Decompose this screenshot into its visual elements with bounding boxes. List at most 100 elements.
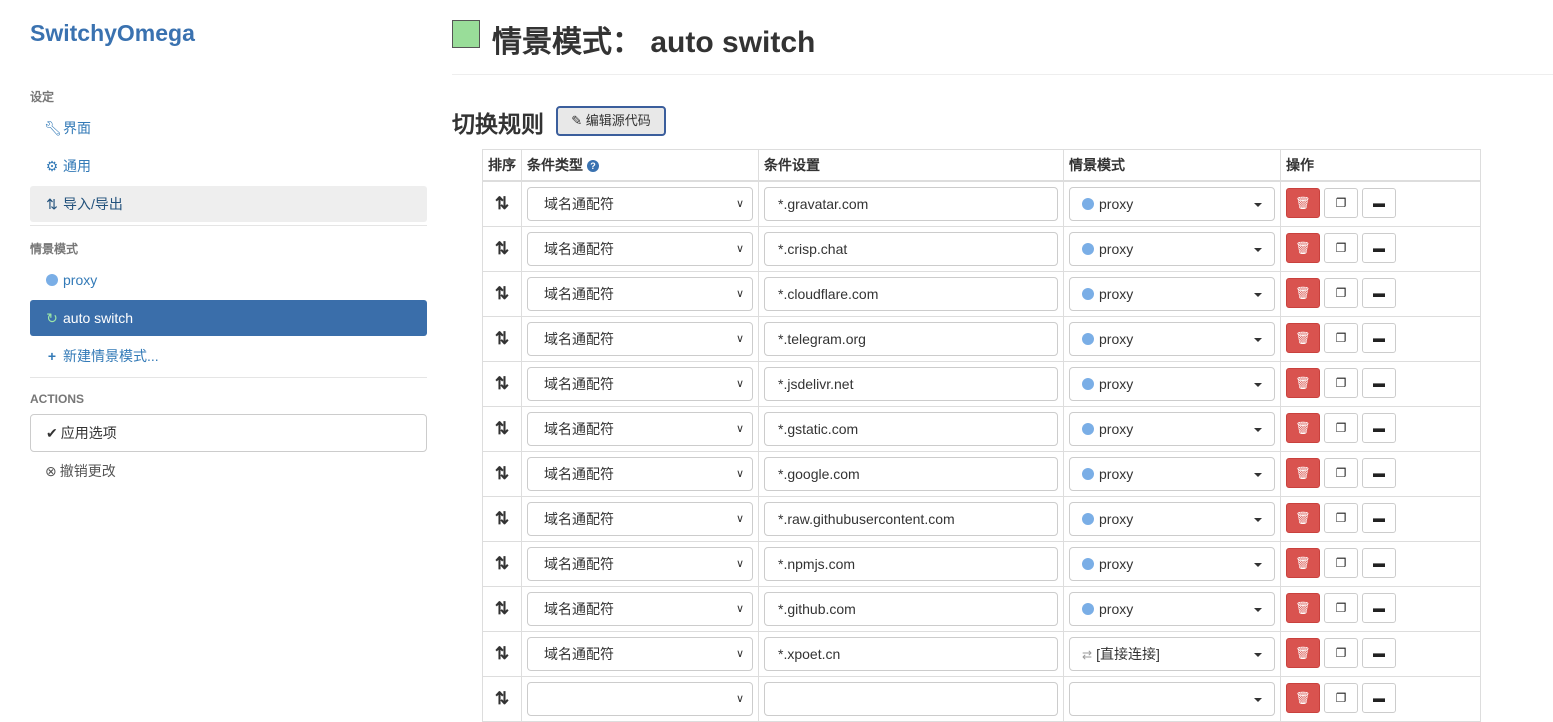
condition-pattern-input[interactable]: *.xpoet.cn	[764, 637, 1058, 671]
condition-type-select[interactable]: 域名通配符 ∨	[527, 592, 753, 626]
sort-handle-icon[interactable]: ⇅	[483, 632, 522, 676]
condition-type-select[interactable]: 域名通配符 ∨	[527, 547, 753, 581]
duplicate-rule-button[interactable]: ❐	[1324, 593, 1358, 623]
duplicate-rule-button[interactable]: ❐	[1324, 638, 1358, 668]
condition-type-select[interactable]: 域名通配符 ∨	[527, 232, 753, 266]
sort-handle-icon[interactable]: ⇅	[483, 587, 522, 631]
profile-color-swatch[interactable]	[452, 20, 480, 48]
profile-select[interactable]: proxy	[1069, 322, 1275, 356]
sort-handle-icon[interactable]: ⇅	[483, 542, 522, 586]
comment-rule-button[interactable]: ▬	[1362, 458, 1396, 488]
condition-type-select[interactable]: 域名通配符 ∨	[527, 367, 753, 401]
profile-select[interactable]: proxy	[1069, 502, 1275, 536]
profile-select[interactable]: ⇄ [直接连接]	[1069, 637, 1275, 671]
delete-rule-button[interactable]: 🗑︎	[1286, 278, 1320, 308]
comment-rule-button[interactable]: ▬	[1362, 503, 1396, 533]
sort-handle-icon[interactable]: ⇅	[483, 182, 522, 226]
comment-rule-button[interactable]: ▬	[1362, 593, 1396, 623]
duplicate-rule-button[interactable]: ❐	[1324, 233, 1358, 263]
condition-type-select[interactable]: 域名通配符 ∨	[527, 412, 753, 446]
profile-select[interactable]: proxy	[1069, 367, 1275, 401]
sidebar-item-auto-switch[interactable]: ↻ auto switch	[30, 300, 427, 336]
condition-pattern-input[interactable]: *.cloudflare.com	[764, 277, 1058, 311]
duplicate-rule-button[interactable]: ❐	[1324, 413, 1358, 443]
duplicate-rule-button[interactable]: ❐	[1324, 548, 1358, 578]
sidebar-item-import-export[interactable]: ⇅ 导入/导出	[30, 186, 427, 222]
comment-rule-button[interactable]: ▬	[1362, 188, 1396, 218]
condition-pattern-input[interactable]: *.crisp.chat	[764, 232, 1058, 266]
condition-type-select[interactable]: 域名通配符 ∨	[527, 277, 753, 311]
condition-type-select[interactable]: 域名通配符 ∨	[527, 637, 753, 671]
delete-rule-button[interactable]: 🗑︎	[1286, 188, 1320, 218]
sort-handle-icon[interactable]: ⇅	[483, 407, 522, 451]
condition-pattern-input[interactable]: *.jsdelivr.net	[764, 367, 1058, 401]
delete-rule-button[interactable]: 🗑︎	[1286, 503, 1320, 533]
condition-type-select[interactable]: ∨	[527, 682, 753, 716]
duplicate-rule-button[interactable]: ❐	[1324, 323, 1358, 353]
help-icon[interactable]: ?	[587, 160, 599, 172]
profile-select[interactable]: proxy	[1069, 547, 1275, 581]
delete-rule-button[interactable]: 🗑︎	[1286, 593, 1320, 623]
sort-handle-icon[interactable]: ⇅	[483, 677, 522, 721]
duplicate-rule-button[interactable]: ❐	[1324, 188, 1358, 218]
comment-rule-button[interactable]: ▬	[1362, 683, 1396, 713]
delete-rule-button[interactable]: 🗑︎	[1286, 458, 1320, 488]
profile-select[interactable]	[1069, 682, 1275, 716]
delete-rule-button[interactable]: 🗑︎	[1286, 323, 1320, 353]
sort-handle-icon[interactable]: ⇅	[483, 317, 522, 361]
comment-rule-button[interactable]: ▬	[1362, 323, 1396, 353]
profile-select[interactable]: proxy	[1069, 277, 1275, 311]
brand-logo[interactable]: SwitchyOmega	[30, 20, 195, 47]
condition-type-select[interactable]: 域名通配符 ∨	[527, 502, 753, 536]
new-profile-link[interactable]: + 新建情景模式...	[30, 338, 427, 374]
condition-type-select[interactable]: 域名通配符 ∨	[527, 457, 753, 491]
sort-handle-icon[interactable]: ⇅	[483, 362, 522, 406]
duplicate-rule-button[interactable]: ❐	[1324, 503, 1358, 533]
sidebar-item-proxy[interactable]: proxy	[30, 262, 427, 298]
sort-handle-icon[interactable]: ⇅	[483, 272, 522, 316]
condition-pattern-input[interactable]: *.gravatar.com	[764, 187, 1058, 221]
sidebar-item-general[interactable]: ⚙︎ 通用	[30, 148, 427, 184]
comment-rule-button[interactable]: ▬	[1362, 278, 1396, 308]
delete-rule-button[interactable]: 🗑︎	[1286, 233, 1320, 263]
duplicate-rule-button[interactable]: ❐	[1324, 458, 1358, 488]
condition-pattern-input[interactable]: *.npmjs.com	[764, 547, 1058, 581]
delete-rule-button[interactable]: 🗑︎	[1286, 683, 1320, 713]
duplicate-rule-button[interactable]: ❐	[1324, 683, 1358, 713]
trash-icon: 🗑︎	[1295, 646, 1311, 660]
comment-icon: ▬	[1373, 691, 1385, 705]
sort-handle-icon[interactable]: ⇅	[483, 497, 522, 541]
profile-select[interactable]: proxy	[1069, 457, 1275, 491]
condition-pattern-input[interactable]: *.raw.githubusercontent.com	[764, 502, 1058, 536]
duplicate-rule-button[interactable]: ❐	[1324, 368, 1358, 398]
delete-rule-button[interactable]: 🗑︎	[1286, 413, 1320, 443]
condition-pattern-input[interactable]: *.google.com	[764, 457, 1058, 491]
condition-type-value: 域名通配符	[544, 511, 614, 527]
apply-options-button[interactable]: ✔ 应用选项	[30, 414, 427, 452]
condition-type-select[interactable]: 域名通配符 ∨	[527, 322, 753, 356]
condition-pattern-input[interactable]: *.telegram.org	[764, 322, 1058, 356]
comment-rule-button[interactable]: ▬	[1362, 368, 1396, 398]
delete-rule-button[interactable]: 🗑︎	[1286, 638, 1320, 668]
condition-type-select[interactable]: 域名通配符 ∨	[527, 187, 753, 221]
sidebar-item-interface[interactable]: 🔧︎界面	[30, 110, 427, 146]
delete-rule-button[interactable]: 🗑︎	[1286, 368, 1320, 398]
discard-changes-button[interactable]: ⊗ 撤销更改	[30, 453, 427, 489]
profile-select[interactable]: proxy	[1069, 232, 1275, 266]
delete-rule-button[interactable]: 🗑︎	[1286, 548, 1320, 578]
duplicate-rule-button[interactable]: ❐	[1324, 278, 1358, 308]
profiles-header: 情景模式	[30, 242, 79, 256]
edit-source-button[interactable]: ✎ 编辑源代码	[556, 106, 666, 136]
profile-select[interactable]: proxy	[1069, 592, 1275, 626]
condition-pattern-input[interactable]: *.github.com	[764, 592, 1058, 626]
condition-pattern-input[interactable]	[764, 682, 1058, 716]
profile-select[interactable]: proxy	[1069, 412, 1275, 446]
sort-handle-icon[interactable]: ⇅	[483, 227, 522, 271]
comment-rule-button[interactable]: ▬	[1362, 233, 1396, 263]
condition-pattern-input[interactable]: *.gstatic.com	[764, 412, 1058, 446]
profile-select[interactable]: proxy	[1069, 187, 1275, 221]
comment-rule-button[interactable]: ▬	[1362, 548, 1396, 578]
comment-rule-button[interactable]: ▬	[1362, 413, 1396, 443]
sort-handle-icon[interactable]: ⇅	[483, 452, 522, 496]
comment-rule-button[interactable]: ▬	[1362, 638, 1396, 668]
